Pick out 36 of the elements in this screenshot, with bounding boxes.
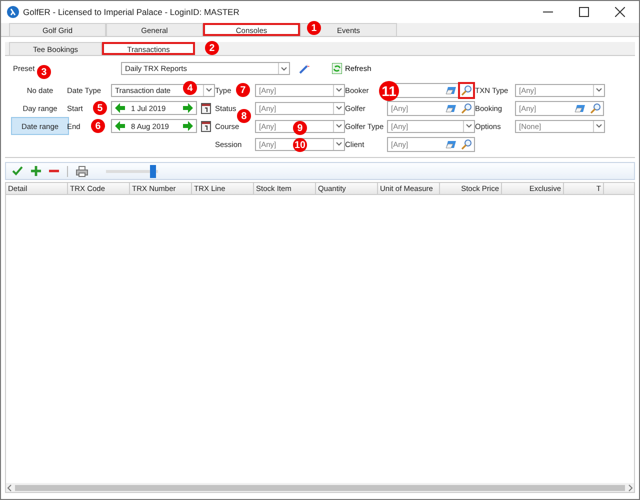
wand-icon[interactable] — [298, 62, 310, 74]
close-icon[interactable] — [615, 7, 625, 17]
scroll-left-icon[interactable] — [6, 484, 14, 492]
maximize-icon[interactable] — [579, 7, 589, 17]
calendar-icon[interactable] — [201, 120, 211, 132]
callout-number: 3 — [37, 65, 51, 79]
zoom-slider[interactable] — [106, 164, 158, 178]
callout-number: 8 — [237, 109, 251, 123]
app-logo-icon — [7, 6, 19, 18]
caret-icon — [336, 142, 342, 146]
horizontal-scrollbar[interactable] — [6, 483, 634, 492]
caret-icon — [336, 88, 342, 92]
window-title: GolfER - Licensed to Imperial Palace - LoginID: MASTER — [23, 7, 240, 17]
search-button[interactable] — [460, 84, 473, 96]
slider-thumb[interactable] — [150, 164, 156, 178]
plus-icon[interactable] — [31, 166, 41, 176]
caret-icon — [596, 124, 602, 128]
caret-icon — [466, 124, 472, 128]
caret-icon — [336, 124, 342, 128]
caret-icon — [281, 66, 287, 70]
callout-number: 7 — [236, 83, 250, 97]
refresh-icon — [332, 63, 342, 74]
callout-number: 6 — [91, 119, 105, 133]
caret-icon — [206, 88, 212, 92]
callout-number: 9 — [293, 121, 307, 135]
printer-icon[interactable] — [76, 166, 88, 176]
scroll-right-icon[interactable] — [626, 484, 634, 492]
checkmark-icon[interactable] — [12, 166, 23, 176]
callout-number: 11 — [379, 81, 399, 101]
callout-number: 4 — [183, 81, 197, 95]
caret-icon — [336, 106, 342, 110]
callout-number: 1 — [307, 21, 321, 35]
caret-icon — [596, 88, 602, 92]
eraser-icon[interactable] — [445, 86, 457, 94]
callout-number: 5 — [93, 101, 107, 115]
calendar-icon[interactable] — [201, 102, 211, 114]
